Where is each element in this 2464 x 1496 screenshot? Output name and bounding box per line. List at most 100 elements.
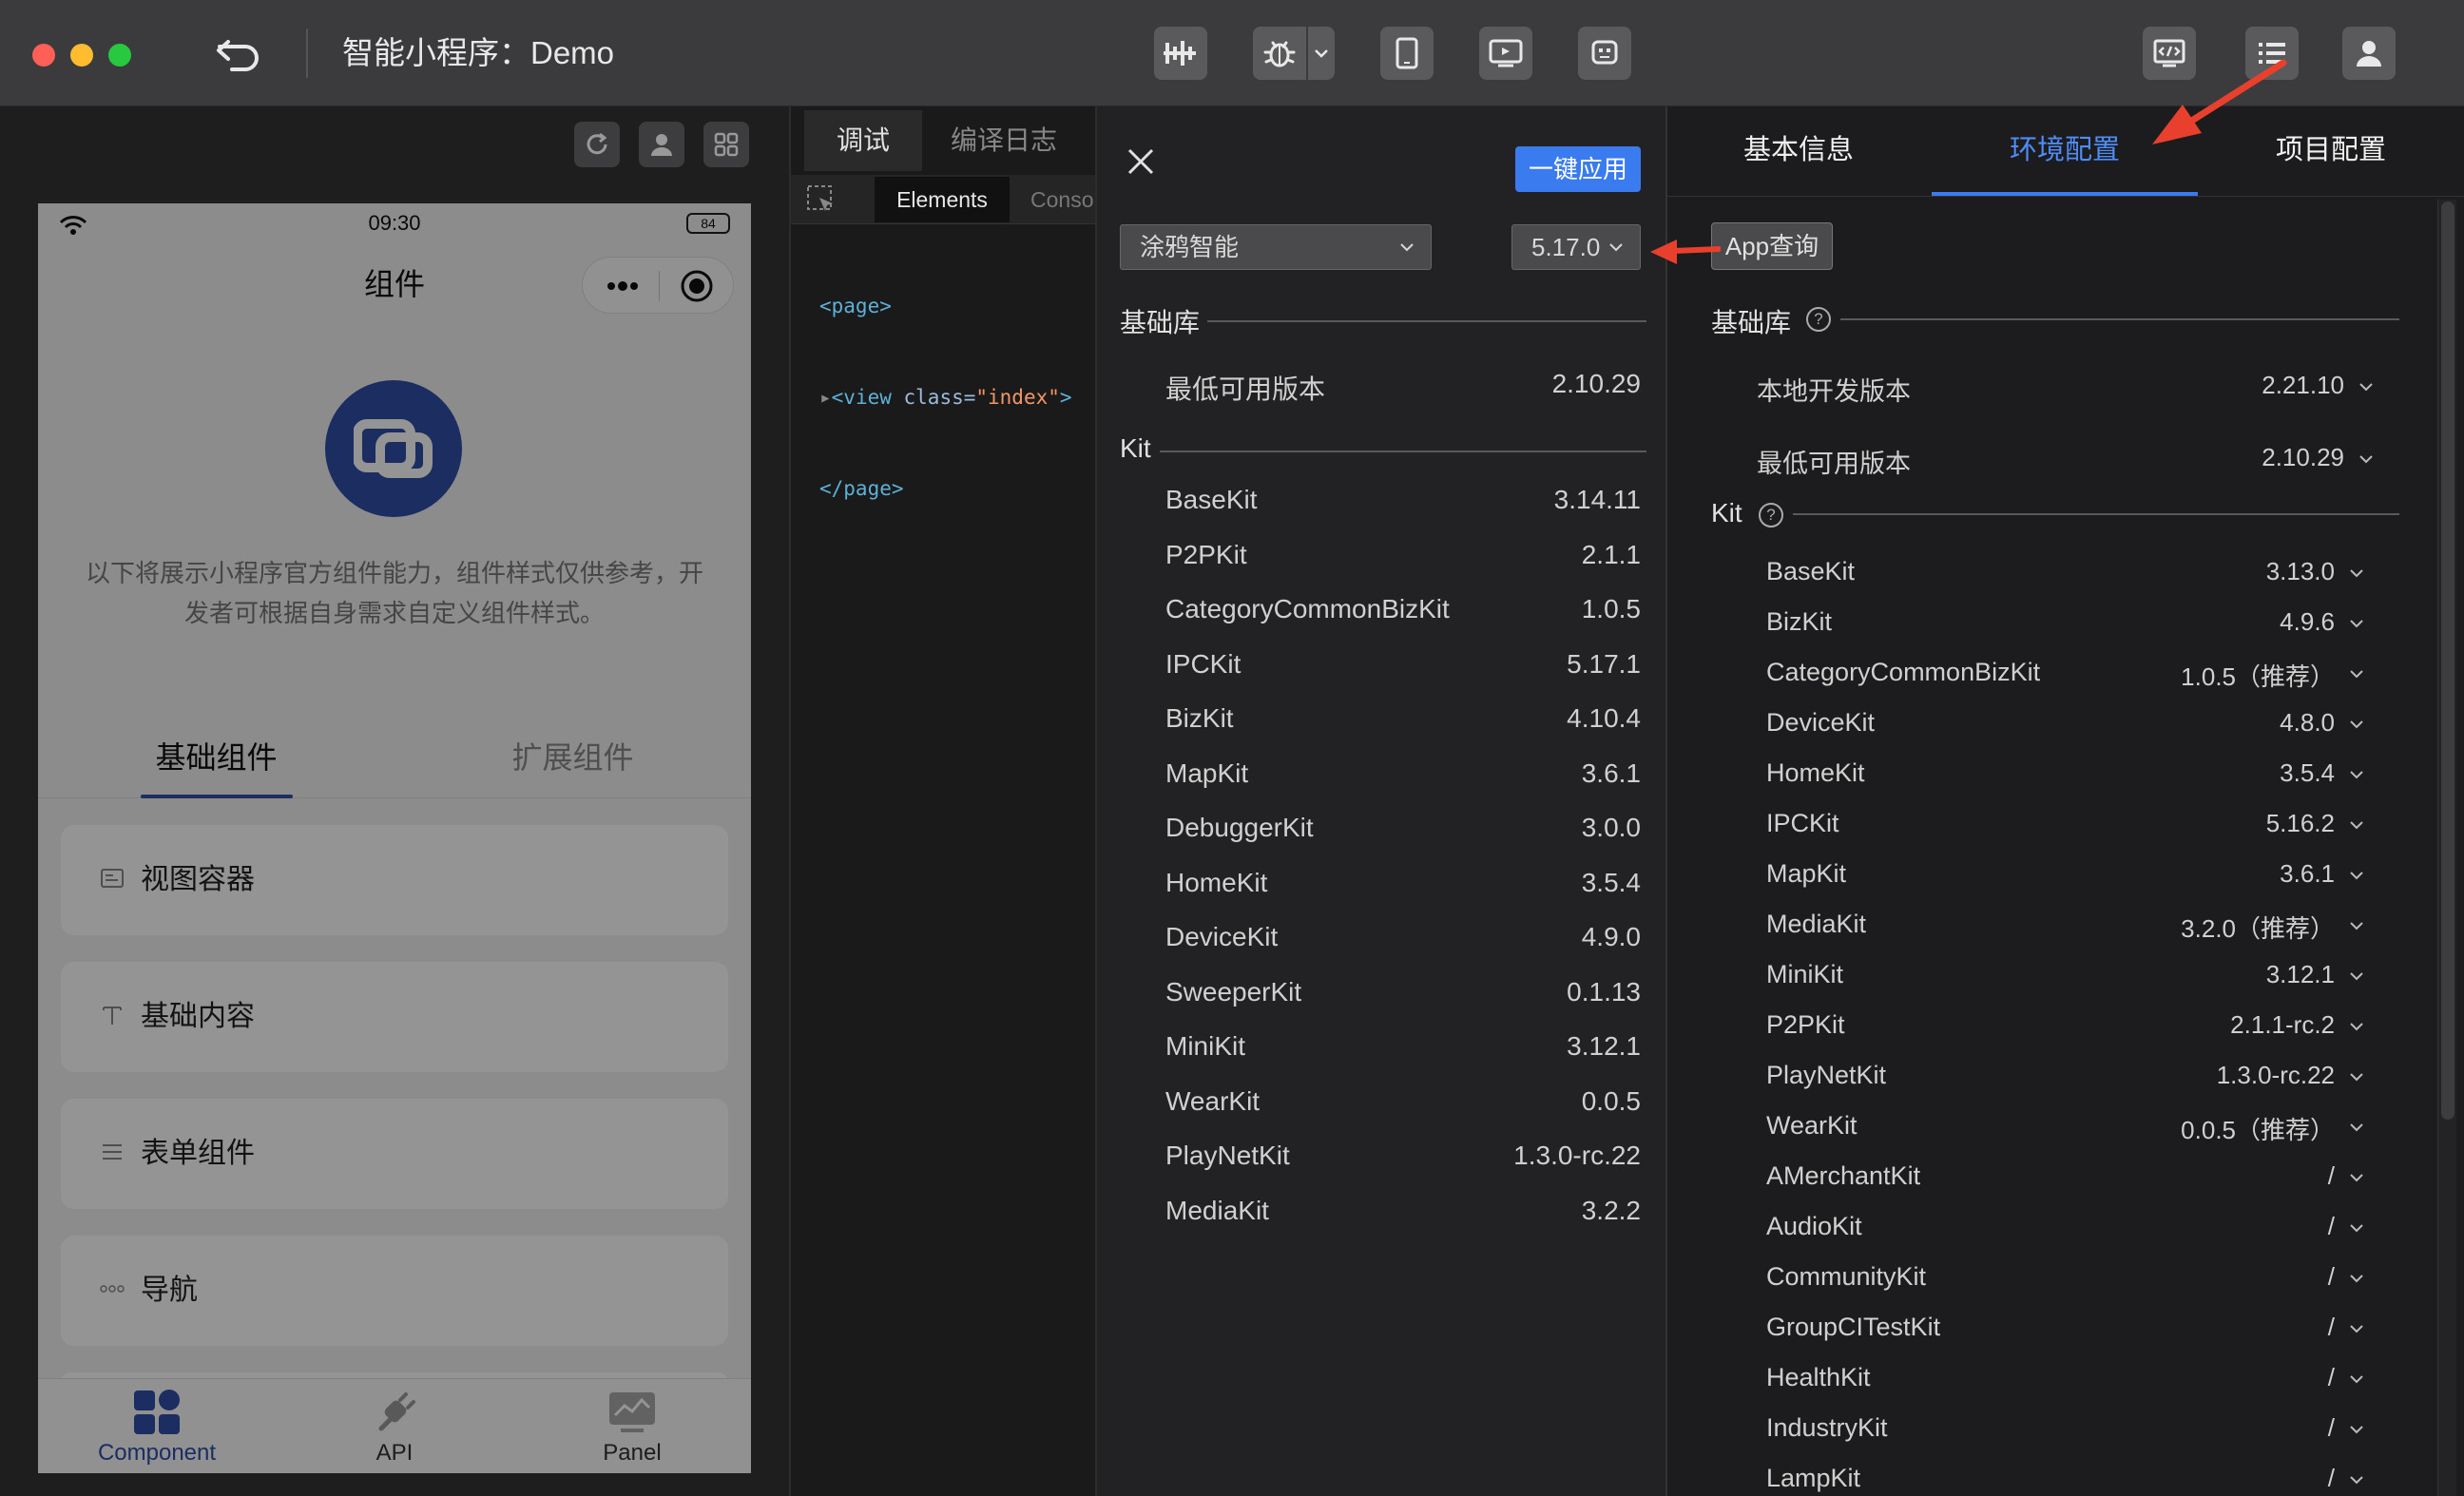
rp-kit-version-select[interactable]: 5.16.2 bbox=[2088, 809, 2335, 838]
chevron-down-icon[interactable] bbox=[2348, 1421, 2365, 1438]
dom-line[interactable]: <page> bbox=[819, 291, 1072, 321]
mid-kit-version: 3.5.4 bbox=[1581, 868, 1641, 897]
rp-kit-version-select[interactable]: / bbox=[2088, 1464, 2335, 1493]
chevron-down-icon[interactable] bbox=[2348, 766, 2365, 783]
rp-kit-version-select[interactable]: 3.12.1 bbox=[2088, 960, 2335, 989]
mid-kit-name: IPCKit bbox=[1165, 649, 1242, 679]
chevron-down-icon[interactable] bbox=[2348, 1068, 2365, 1085]
tab-console[interactable]: Conso bbox=[1030, 177, 1093, 222]
debug-bug-icon[interactable] bbox=[1253, 27, 1306, 80]
scrollbar-thumb[interactable] bbox=[2441, 201, 2454, 1120]
chevron-down-icon[interactable] bbox=[2348, 565, 2365, 582]
element-picker-icon[interactable] bbox=[806, 184, 837, 220]
rp-kit-name: IPCKit bbox=[1766, 809, 1839, 837]
rp-kit-version-select[interactable]: / bbox=[2088, 1363, 2335, 1392]
grid-apps-icon[interactable] bbox=[703, 122, 749, 167]
chevron-down-icon[interactable] bbox=[2348, 615, 2365, 632]
chevron-down-icon[interactable] bbox=[2348, 1169, 2365, 1186]
rp-kit-version-select[interactable]: 3.2.0（推荐） bbox=[2088, 910, 2335, 945]
rp-min-version-value[interactable]: 2.10.29 bbox=[2183, 443, 2344, 472]
chevron-down-icon[interactable] bbox=[2348, 917, 2365, 934]
annotation-arrow-version bbox=[1650, 240, 1721, 264]
chevron-down-icon[interactable] bbox=[2348, 1270, 2365, 1287]
tabs-divider bbox=[1667, 196, 2464, 197]
rp-kit-name: AMerchantKit bbox=[1766, 1161, 1921, 1190]
mid-kit-name: DeviceKit bbox=[1165, 922, 1279, 951]
chevron-down-icon[interactable] bbox=[2348, 816, 2365, 834]
rp-kit-version-select[interactable]: 2.1.1-rc.2 bbox=[2088, 1010, 2335, 1040]
chevron-down-icon[interactable] bbox=[2348, 1471, 2365, 1488]
platform-select[interactable]: 涂鸦智能 bbox=[1120, 224, 1432, 270]
chevron-down-icon[interactable] bbox=[2348, 867, 2365, 884]
close-icon[interactable] bbox=[1122, 143, 1160, 181]
mid-kit-version: 3.0.0 bbox=[1581, 813, 1641, 842]
local-dev-version-value[interactable]: 2.21.10 bbox=[2183, 371, 2344, 400]
mid-kit-version: 2.1.1 bbox=[1581, 540, 1641, 569]
mid-kit-name: P2PKit bbox=[1165, 540, 1247, 569]
rp-kit-version-select[interactable]: / bbox=[2088, 1212, 2335, 1241]
compile-icon[interactable] bbox=[1154, 27, 1207, 80]
tab-elements[interactable]: Elements bbox=[875, 177, 1010, 222]
dom-line[interactable]: </page> bbox=[819, 473, 1072, 504]
mid-kit-name: BizKit bbox=[1165, 703, 1234, 733]
rp-kit-version-select[interactable]: / bbox=[2088, 1313, 2335, 1342]
robot-assistant-icon[interactable] bbox=[1578, 27, 1631, 80]
chevron-down-icon[interactable] bbox=[2348, 1018, 2365, 1035]
rp-kit-version-select[interactable]: 4.9.6 bbox=[2088, 607, 2335, 637]
undo-icon[interactable] bbox=[215, 32, 264, 74]
chevron-down-icon[interactable] bbox=[2348, 1320, 2365, 1337]
rp-kit-name: CommunityKit bbox=[1766, 1262, 1927, 1291]
chevron-down-icon[interactable] bbox=[2348, 716, 2365, 733]
tab-compile-log[interactable]: 编译日志 bbox=[951, 110, 1057, 171]
user-account-icon[interactable] bbox=[2342, 27, 2396, 80]
rp-kit-version-select[interactable]: 1.0.5（推荐） bbox=[2088, 658, 2335, 693]
debug-dropdown-caret-icon[interactable] bbox=[1308, 27, 1335, 80]
rp-kit-version-select[interactable]: 3.13.0 bbox=[2088, 557, 2335, 586]
local-dev-version-label: 本地开发版本 bbox=[1757, 377, 1911, 406]
close-window-button[interactable] bbox=[32, 44, 55, 67]
chevron-down-icon[interactable] bbox=[2348, 968, 2365, 985]
chevron-down-icon[interactable] bbox=[2358, 451, 2375, 468]
rp-kit-version-select[interactable]: 0.0.5（推荐） bbox=[2088, 1111, 2335, 1146]
rp-kit-name: GroupCITestKit bbox=[1766, 1313, 1941, 1341]
rp-kit-version-select[interactable]: / bbox=[2088, 1161, 2335, 1191]
help-circle-icon[interactable]: ? bbox=[1759, 503, 1783, 527]
help-circle-icon[interactable]: ? bbox=[1806, 307, 1831, 332]
mid-kit-version: 1.3.0-rc.22 bbox=[1513, 1141, 1641, 1170]
chevron-down-icon bbox=[1400, 243, 1414, 252]
mid-kit-name: PlayNetKit bbox=[1165, 1141, 1290, 1170]
maximize-window-button[interactable] bbox=[108, 44, 131, 67]
apply-all-button[interactable]: 一键应用 bbox=[1515, 146, 1641, 192]
mid-kit-name: MapKit bbox=[1165, 758, 1249, 788]
mid-kit-name: SweeperKit bbox=[1165, 977, 1302, 1007]
tab-basic-info[interactable]: 基本信息 bbox=[1665, 124, 1932, 177]
chevron-down-icon[interactable] bbox=[2348, 1119, 2365, 1136]
rp-kit-version-select[interactable]: 3.5.4 bbox=[2088, 758, 2335, 788]
tab-debug[interactable]: 调试 bbox=[804, 110, 922, 171]
minimize-window-button[interactable] bbox=[70, 44, 93, 67]
phone-preview-icon[interactable] bbox=[1380, 27, 1434, 80]
rp-kit-version-select[interactable]: 1.3.0-rc.22 bbox=[2088, 1061, 2335, 1090]
rp-kit-name: DeviceKit bbox=[1766, 708, 1876, 737]
remote-debug-icon[interactable] bbox=[1479, 27, 1532, 80]
rp-kit-version-select[interactable]: 3.6.1 bbox=[2088, 859, 2335, 889]
section-divider bbox=[1840, 318, 2399, 320]
chevron-down-icon[interactable] bbox=[2348, 1371, 2365, 1388]
rp-kit-version-select[interactable]: / bbox=[2088, 1262, 2335, 1292]
sim-user-icon[interactable] bbox=[639, 122, 684, 167]
section-divider bbox=[1160, 451, 1646, 452]
rp-kit-version-select[interactable]: / bbox=[2088, 1413, 2335, 1443]
mid-kit-version: 5.17.1 bbox=[1567, 649, 1641, 679]
rp-kit-version-select[interactable]: 4.8.0 bbox=[2088, 708, 2335, 738]
app-query-button[interactable]: App查询 bbox=[1711, 222, 1833, 270]
chevron-down-icon[interactable] bbox=[2348, 1219, 2365, 1237]
chevron-down-icon[interactable] bbox=[2348, 665, 2365, 682]
app-version-select[interactable]: 5.17.0 bbox=[1511, 224, 1641, 270]
dom-tree: <page> ▸<view class="index"> </page> bbox=[819, 230, 1072, 565]
title-divider bbox=[306, 29, 308, 78]
rp-kit-name: IndustryKit bbox=[1766, 1413, 1888, 1442]
refresh-icon[interactable] bbox=[574, 122, 620, 167]
dom-line[interactable]: ▸<view class="index"> bbox=[819, 382, 1072, 412]
rp-base-section-label: 基础库 bbox=[1711, 308, 1792, 337]
chevron-down-icon[interactable] bbox=[2358, 378, 2375, 395]
